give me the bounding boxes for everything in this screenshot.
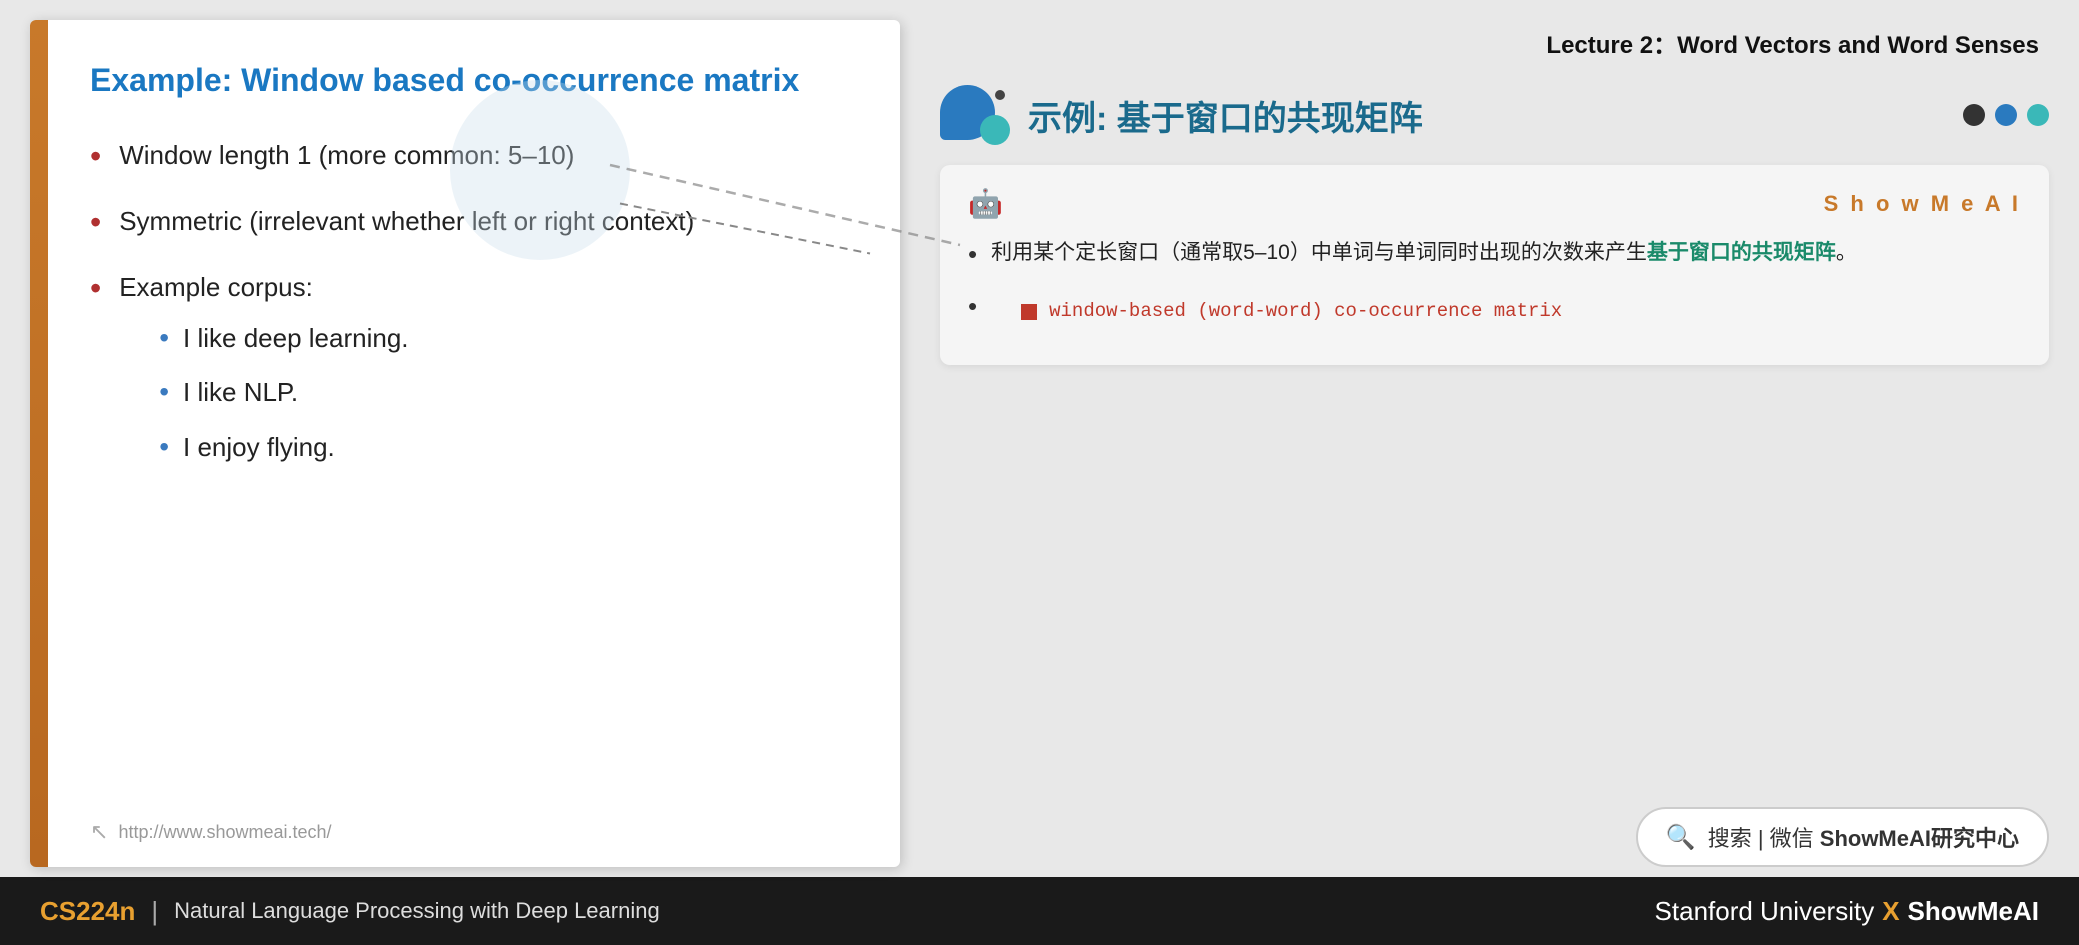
three-dots: [1963, 104, 2049, 126]
icon-teal-shape: [980, 115, 1010, 145]
page-wrapper: Example: Window based co-occurrence matr…: [0, 0, 2079, 945]
sub-bullet-list: I like deep learning. I like NLP. I enjo…: [119, 320, 408, 465]
bottom-bar: CS224n | Natural Language Processing wit…: [0, 877, 2079, 945]
icon-dot: [995, 90, 1005, 100]
bullet-item-3: Example corpus: I like deep learning. I …: [90, 269, 850, 483]
slide-title: Example: Window based co-occurrence matr…: [90, 60, 850, 102]
sub-bullet-item-2: I like NLP.: [159, 374, 408, 410]
monospace-label: window-based (word-word) co-occurrence m…: [1049, 296, 1562, 326]
card-sub-item: window-based (word-word) co-occurrence m…: [1021, 296, 1562, 326]
slide-footer: ↖ http://www.showmeai.tech/: [90, 819, 332, 845]
bottom-left: CS224n | Natural Language Processing wit…: [40, 896, 660, 927]
card-highlight: 基于窗口的共现矩阵: [1647, 241, 1836, 264]
showmeai-bottom-text: ShowMeAI: [1908, 896, 2039, 927]
header-icon: [940, 85, 1010, 145]
dot-1: [1963, 104, 1985, 126]
card-bullet-list: 利用某个定长窗口（通常取5–10）中单词与单词同时出现的次数来产生基于窗口的共现…: [968, 236, 2021, 327]
robot-icon: 🤖: [968, 187, 1003, 220]
card-bullet-2: window-based (word-word) co-occurrence m…: [968, 288, 2021, 326]
x-symbol: X: [1882, 896, 1899, 927]
dot-2: [1995, 104, 2017, 126]
dot-3: [2027, 104, 2049, 126]
slide-panel: Example: Window based co-occurrence matr…: [30, 20, 900, 867]
card-text-1: 利用某个定长窗口（通常取5–10）中单词与单词同时出现的次数来产生: [991, 241, 1647, 264]
chinese-title: 示例: 基于窗口的共现矩阵: [1028, 91, 1423, 140]
bottom-divider: |: [151, 896, 158, 927]
right-panel: Lecture 2：Word Vectors and Word Senses 示…: [940, 20, 2049, 867]
course-label: CS224n: [40, 896, 135, 927]
search-bar[interactable]: 🔍 搜索 | 微信 ShowMeAI研究中心: [1636, 807, 2049, 867]
search-icon: 🔍: [1666, 823, 1696, 852]
course-subtitle: Natural Language Processing with Deep Le…: [174, 898, 660, 924]
right-header: 示例: 基于窗口的共现矩阵: [940, 85, 2049, 145]
card-header: 🤖 S h o w M e A I: [968, 187, 2021, 220]
slide-left-border: [30, 20, 48, 867]
card-bullet-1: 利用某个定长窗口（通常取5–10）中单词与单词同时出现的次数来产生基于窗口的共现…: [968, 236, 2021, 272]
showmeai-label: S h o w M e A I: [1824, 191, 2021, 217]
search-text: 搜索 | 微信 ShowMeAI研究中心: [1708, 821, 2019, 853]
footer-url: http://www.showmeai.tech/: [118, 822, 331, 843]
cursor-icon: ↖: [90, 819, 108, 845]
red-square-icon: [1021, 304, 1037, 320]
sub-bullet-item-3: I enjoy flying.: [159, 429, 408, 465]
card-text-end: 。: [1836, 241, 1857, 264]
stanford-text: Stanford University: [1655, 896, 1875, 927]
sub-bullet-item-1: I like deep learning.: [159, 320, 408, 356]
bottom-right: Stanford University X ShowMeAI: [1655, 896, 2039, 927]
deco-circle: [450, 80, 630, 260]
lecture-title: Lecture 2：Word Vectors and Word Senses: [940, 25, 2049, 60]
content-area: Example: Window based co-occurrence matr…: [0, 0, 2079, 877]
translation-card: 🤖 S h o w M e A I 利用某个定长窗口（通常取5–10）中单词与单…: [940, 165, 2049, 365]
